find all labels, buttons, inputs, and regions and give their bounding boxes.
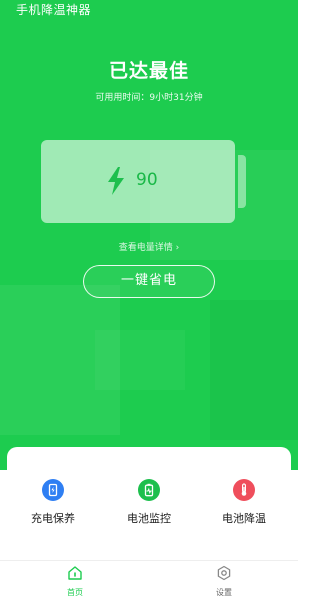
tool-charge-protect[interactable]: 充电保养 [6,479,100,526]
bottom-nav: 首页 设置 [0,560,298,600]
tool-label: 电池监控 [127,512,171,525]
battery-tip [238,155,246,208]
status-title: 已达最佳 [108,60,189,82]
tool-battery-cooling[interactable]: 电池降温 [197,479,291,526]
gear-icon [217,565,231,581]
nav-settings-label: 设置 [216,588,232,597]
nav-settings[interactable]: 设置 [194,565,254,598]
background-shape [95,330,185,390]
charge-protect-icon [42,479,64,501]
app-title: 手机降温神器 [16,3,92,17]
tools-card: 充电保养 电池监控 电池降温 [7,447,291,567]
one-key-save-button[interactable]: 一键省电 [83,265,215,298]
tool-label: 充电保养 [31,512,75,525]
tool-label: 电池降温 [222,512,266,525]
battery-monitor-icon [138,479,160,501]
hero-panel: 手机降温神器 已达最佳 可用用时间：9小时31分钟 90 查看电量详情 › 一键… [0,0,298,470]
available-time: 可用用时间：9小时31分钟 [95,93,203,103]
battery-details-link[interactable]: 查看电量详情 › [0,240,298,253]
nav-home[interactable]: 首页 [45,565,105,598]
battery-level: 90 [136,170,158,190]
battery-graphic[interactable]: 90 [41,140,246,223]
nav-home-label: 首页 [67,588,83,597]
background-shape [210,300,298,440]
lightning-bolt-icon [108,167,124,195]
thermometer-icon [233,479,255,501]
tool-battery-monitor[interactable]: 电池监控 [102,479,196,526]
home-icon [68,566,82,580]
